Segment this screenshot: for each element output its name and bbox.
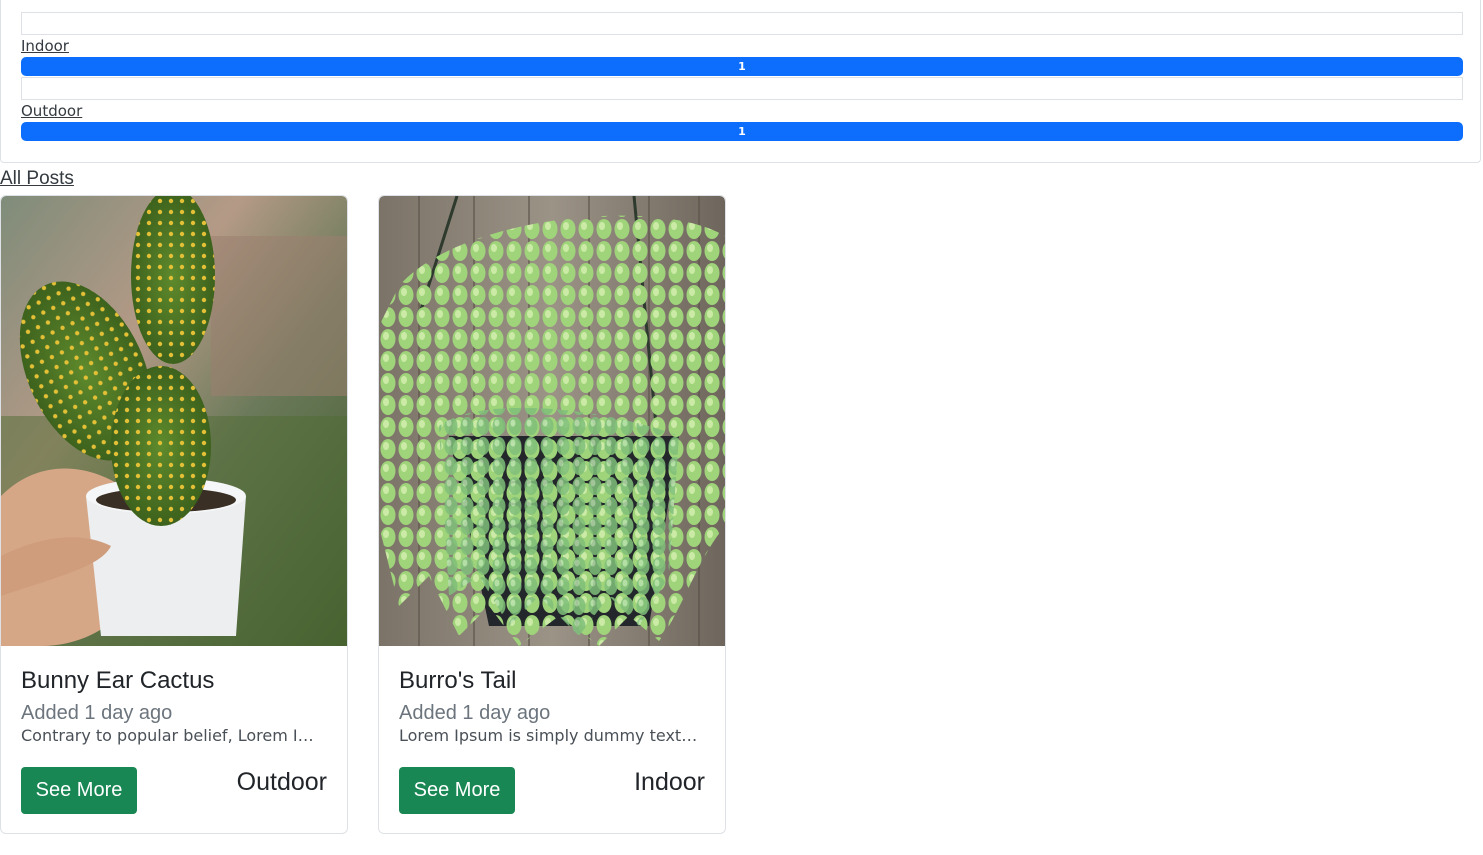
indoor-progress: 1 <box>21 57 1463 76</box>
post-date: Added 1 day ago <box>399 702 551 724</box>
indoor-progress-bar: 1 <box>21 57 1463 76</box>
category-panel: Indoor 1 Outdoor 1 <box>0 0 1481 163</box>
post-date: Added 1 day ago <box>21 702 173 724</box>
category-search-field[interactable] <box>21 12 1463 35</box>
post-excerpt: Contrary to popular belief, Lorem Ipsum … <box>21 726 321 745</box>
category-link-outdoor[interactable]: Outdoor <box>21 102 82 120</box>
all-posts-link[interactable]: All Posts <box>0 168 74 190</box>
outdoor-progress: 1 <box>21 122 1463 141</box>
category-filter-field[interactable] <box>21 77 1463 100</box>
outdoor-progress-bar: 1 <box>21 122 1463 141</box>
post-title: Burro's Tail <box>399 667 517 694</box>
see-more-button[interactable]: See More <box>21 767 137 814</box>
post-image-burros-tail <box>379 196 725 646</box>
post-card: Burro's Tail Added 1 day ago Lorem Ipsum… <box>378 195 726 834</box>
post-image-bunny-ear-cactus <box>1 196 347 646</box>
category-link-indoor[interactable]: Indoor <box>21 37 69 55</box>
post-card: Bunny Ear Cactus Added 1 day ago Contrar… <box>0 195 348 834</box>
post-category: Outdoor <box>236 768 327 796</box>
post-title: Bunny Ear Cactus <box>21 667 215 694</box>
post-category: Indoor <box>634 768 705 796</box>
see-more-button[interactable]: See More <box>399 767 515 814</box>
post-excerpt: Lorem Ipsum is simply dummy text of the … <box>399 726 699 745</box>
